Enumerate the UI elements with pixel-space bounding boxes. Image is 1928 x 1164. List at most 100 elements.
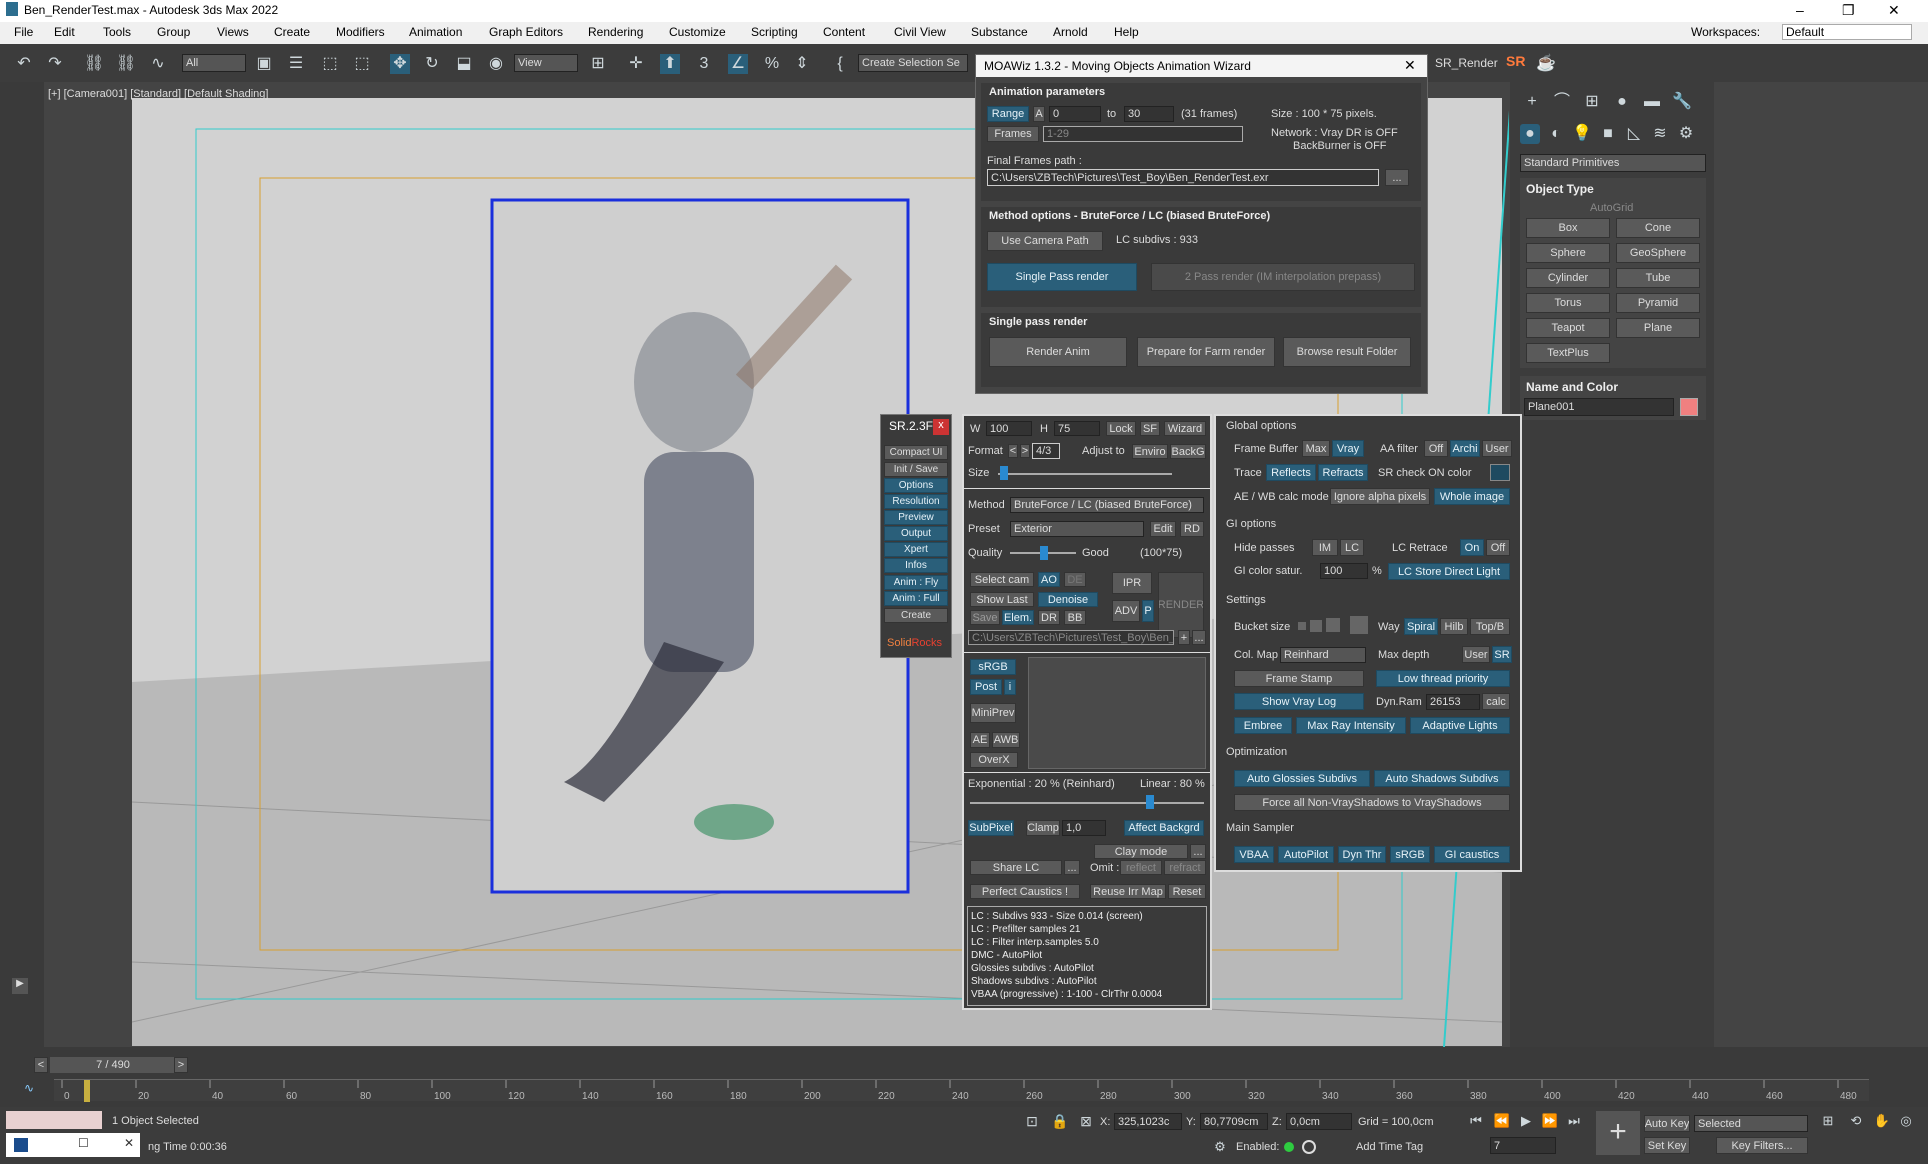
- menu-substance[interactable]: Substance: [971, 25, 1028, 39]
- selection-filter-dropdown[interactable]: All: [182, 54, 246, 72]
- overx-button[interactable]: OverX: [970, 752, 1018, 768]
- max-depth-user-button[interactable]: User: [1462, 646, 1490, 663]
- menu-graph-editors[interactable]: Graph Editors: [489, 25, 563, 39]
- current-frame-field[interactable]: 7: [1490, 1137, 1556, 1154]
- maximize-button[interactable]: ❐: [1842, 2, 1855, 19]
- goto-start-icon[interactable]: ⏮: [1466, 1111, 1486, 1131]
- aa-user-button[interactable]: User: [1482, 440, 1512, 457]
- spinner-snap-icon[interactable]: ⇕: [792, 54, 812, 74]
- key-mode-icon[interactable]: [1302, 1140, 1316, 1154]
- sphere-button[interactable]: Sphere: [1526, 243, 1610, 263]
- wizard-button[interactable]: Wizard: [1164, 421, 1206, 436]
- perfect-caustics-button[interactable]: Perfect Caustics !: [970, 884, 1080, 899]
- expand-icon[interactable]: ▶: [12, 978, 28, 994]
- bucket-size-medium[interactable]: [1310, 620, 1322, 632]
- timeline-next-button[interactable]: >: [174, 1057, 188, 1073]
- prepare-farm-button[interactable]: Prepare for Farm render: [1137, 337, 1275, 367]
- keyboard-shortcut-override-icon[interactable]: ⬆: [660, 54, 680, 74]
- method-options-header[interactable]: Method options - BruteForce / LC (biased…: [989, 210, 1270, 222]
- low-thread-priority-button[interactable]: Low thread priority: [1376, 670, 1510, 687]
- play-icon[interactable]: ▶: [1516, 1111, 1536, 1131]
- geosphere-button[interactable]: GeoSphere: [1616, 243, 1700, 263]
- max-fb-button[interactable]: Max: [1302, 440, 1330, 457]
- anim-full-button[interactable]: Anim : Full: [884, 591, 948, 606]
- menu-create[interactable]: Create: [274, 25, 310, 39]
- pivot-center-icon[interactable]: ⊞: [588, 54, 608, 74]
- next-frame-icon[interactable]: ⏩: [1540, 1111, 1560, 1131]
- reset-button[interactable]: Reset: [1168, 884, 1206, 899]
- pyramid-button[interactable]: Pyramid: [1616, 293, 1700, 313]
- workspaces-dropdown[interactable]: Default: [1782, 24, 1912, 40]
- output-tab[interactable]: Output: [884, 526, 948, 541]
- undo-icon[interactable]: ↶: [14, 54, 34, 74]
- browse-output-button[interactable]: ...: [1192, 630, 1206, 645]
- hide-lc-button[interactable]: LC: [1340, 539, 1364, 556]
- force-vrayshadows-button[interactable]: Force all Non-VrayShadows to VrayShadows: [1234, 794, 1510, 811]
- preview-tab[interactable]: Preview: [884, 510, 948, 525]
- awb-button[interactable]: AWB: [992, 732, 1020, 748]
- utilities-tab-icon[interactable]: 🔧: [1672, 92, 1692, 112]
- bucket-size-xlarge[interactable]: [1350, 616, 1368, 634]
- object-type-header[interactable]: Object Type: [1526, 182, 1594, 196]
- angle-snap-icon[interactable]: ∠: [728, 54, 748, 74]
- edit-named-selection-icon[interactable]: {: [830, 54, 850, 74]
- restore-icon[interactable]: ☐: [78, 1136, 89, 1150]
- object-color-swatch[interactable]: [1680, 398, 1698, 416]
- auto-key-button[interactable]: Auto Key: [1644, 1115, 1690, 1132]
- output-path-field[interactable]: C:\Users\ZBTech\Pictures\Test_Boy\Ben_: [968, 630, 1174, 645]
- refracts-button[interactable]: Refracts: [1318, 464, 1368, 481]
- field-of-view-icon[interactable]: ◎: [1896, 1111, 1916, 1131]
- lights-icon[interactable]: 💡: [1572, 124, 1592, 144]
- modify-tab-icon[interactable]: ⌒: [1552, 92, 1572, 112]
- color-map-slider-handle[interactable]: [1146, 795, 1154, 809]
- hilb-button[interactable]: Hilb: [1440, 618, 1468, 635]
- ae-button[interactable]: AE: [970, 732, 990, 748]
- save-button[interactable]: Save: [970, 610, 1000, 625]
- bind-space-warp-icon[interactable]: ∿: [148, 54, 168, 74]
- app-taskbar-icon[interactable]: [14, 1138, 28, 1152]
- hide-im-button[interactable]: IM: [1312, 539, 1338, 556]
- bucket-size-large[interactable]: [1326, 618, 1340, 632]
- track-bar[interactable]: 0 20 40 60 80 100 120 140 160 180 200 220 240 260 280 3…: [54, 1079, 1869, 1102]
- sr-close-button[interactable]: x: [933, 419, 949, 435]
- viewport-label[interactable]: [+] [Camera001] [Standard] [Default Shad…: [48, 88, 268, 100]
- share-lc-button[interactable]: Share LC: [970, 860, 1062, 875]
- aa-archi-button[interactable]: Archi: [1450, 440, 1480, 457]
- method-dropdown[interactable]: BruteForce / LC (biased BruteForce): [1010, 497, 1204, 513]
- bb-button[interactable]: BB: [1064, 610, 1086, 625]
- motion-tab-icon[interactable]: ●: [1612, 92, 1632, 112]
- plane-button[interactable]: Plane: [1616, 318, 1700, 338]
- pan-icon[interactable]: ✋: [1872, 1111, 1892, 1131]
- space-warps-icon[interactable]: ≋: [1650, 124, 1670, 144]
- menu-views[interactable]: Views: [217, 25, 249, 39]
- textplus-button[interactable]: TextPlus: [1526, 343, 1610, 363]
- shapes-icon[interactable]: ◐: [1546, 124, 1566, 144]
- menu-help[interactable]: Help: [1114, 25, 1139, 39]
- enviro-button[interactable]: Enviro: [1132, 444, 1168, 459]
- range-button[interactable]: Range: [987, 106, 1029, 122]
- denoise-button[interactable]: Denoise: [1038, 592, 1098, 607]
- sr-check-color-swatch[interactable]: [1490, 464, 1510, 481]
- reuse-irr-map-button[interactable]: Reuse Irr Map: [1090, 884, 1166, 899]
- minimize-button[interactable]: –: [1796, 2, 1804, 18]
- isolate-selection-icon[interactable]: ⊡: [1022, 1111, 1042, 1131]
- clamp-button[interactable]: Clamp: [1026, 820, 1060, 836]
- autopilot-button[interactable]: AutoPilot: [1278, 846, 1334, 863]
- helpers-icon[interactable]: ◺: [1624, 124, 1644, 144]
- orbit-icon[interactable]: ⟲: [1846, 1111, 1866, 1131]
- color-map-slider-track[interactable]: [970, 802, 1204, 804]
- menu-rendering[interactable]: Rendering: [588, 25, 643, 39]
- menu-animation[interactable]: Animation: [409, 25, 462, 39]
- display-tab-icon[interactable]: ▬: [1642, 92, 1662, 112]
- render-button[interactable]: RENDER: [1158, 572, 1204, 638]
- width-spinner[interactable]: 100: [986, 421, 1032, 436]
- ao-button[interactable]: AO: [1038, 572, 1060, 587]
- placement-icon[interactable]: ◉: [486, 54, 506, 74]
- systems-icon[interactable]: ⚙: [1676, 124, 1696, 144]
- select-object-icon[interactable]: ▣: [254, 54, 274, 74]
- window-crossing-icon[interactable]: ⬚: [352, 54, 372, 74]
- range-from-spinner[interactable]: 0: [1049, 106, 1101, 122]
- move-icon[interactable]: ✥: [390, 54, 410, 74]
- named-selection-dropdown[interactable]: Create Selection Se: [858, 54, 968, 72]
- selection-lock-icon[interactable]: 🔒: [1050, 1111, 1070, 1131]
